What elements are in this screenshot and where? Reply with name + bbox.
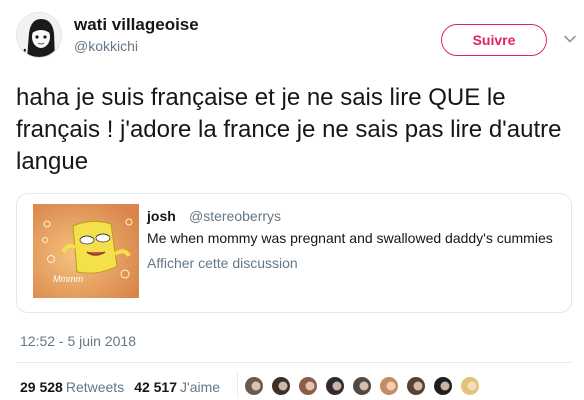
liker-avatar-7[interactable] (405, 375, 427, 397)
avatar-illustration (17, 13, 61, 57)
tweet: wati villageoise @kokkichi Suivre haha j… (0, 0, 584, 400)
stats-divider (237, 372, 238, 398)
liker-avatar-3[interactable] (297, 375, 319, 397)
divider (16, 362, 572, 363)
quoted-tweet[interactable]: Mmmm josh @stereoberrys Me when mommy wa… (16, 193, 572, 313)
retweets-stat[interactable]: 29 528 Retweets (20, 379, 124, 395)
author-display-name[interactable]: wati villageoise (74, 15, 199, 35)
liker-avatar-5[interactable] (351, 375, 373, 397)
liker-avatar-8[interactable] (432, 375, 454, 397)
likes-stat[interactable]: 42 517 J'aime (134, 379, 220, 395)
liker-avatar-2[interactable] (270, 375, 292, 397)
liker-avatar-9[interactable] (459, 375, 481, 397)
tweet-timestamp[interactable]: 12:52 - 5 juin 2018 (20, 333, 136, 349)
quoted-tweet-media[interactable]: Mmmm (33, 204, 139, 298)
liker-avatar-1[interactable] (243, 375, 265, 397)
author-handle[interactable]: @kokkichi (74, 38, 138, 54)
likes-label: J'aime (180, 379, 221, 395)
chevron-down-icon[interactable] (563, 32, 577, 46)
follow-button[interactable]: Suivre (441, 24, 547, 56)
tweet-stats: 29 528 Retweets 42 517 J'aime (20, 379, 220, 395)
spongebob-image: Mmmm (33, 204, 139, 298)
quoted-author-handle[interactable]: @stereoberrys (189, 208, 281, 224)
liker-avatar-4[interactable] (324, 375, 346, 397)
retweets-label: Retweets (65, 379, 125, 395)
tweet-text: haha je suis française et je ne sais lir… (16, 84, 562, 175)
author-avatar[interactable] (16, 12, 62, 58)
show-thread-link[interactable]: Afficher cette discussion (147, 255, 298, 271)
quoted-author-name[interactable]: josh (147, 208, 176, 224)
retweets-count: 29 528 (20, 379, 63, 395)
likes-count: 42 517 (134, 379, 178, 395)
liker-avatar-6[interactable] (378, 375, 400, 397)
quoted-tweet-text: Me when mommy was pregnant and swallowed… (147, 230, 553, 246)
media-caption: Mmmm (53, 274, 83, 284)
